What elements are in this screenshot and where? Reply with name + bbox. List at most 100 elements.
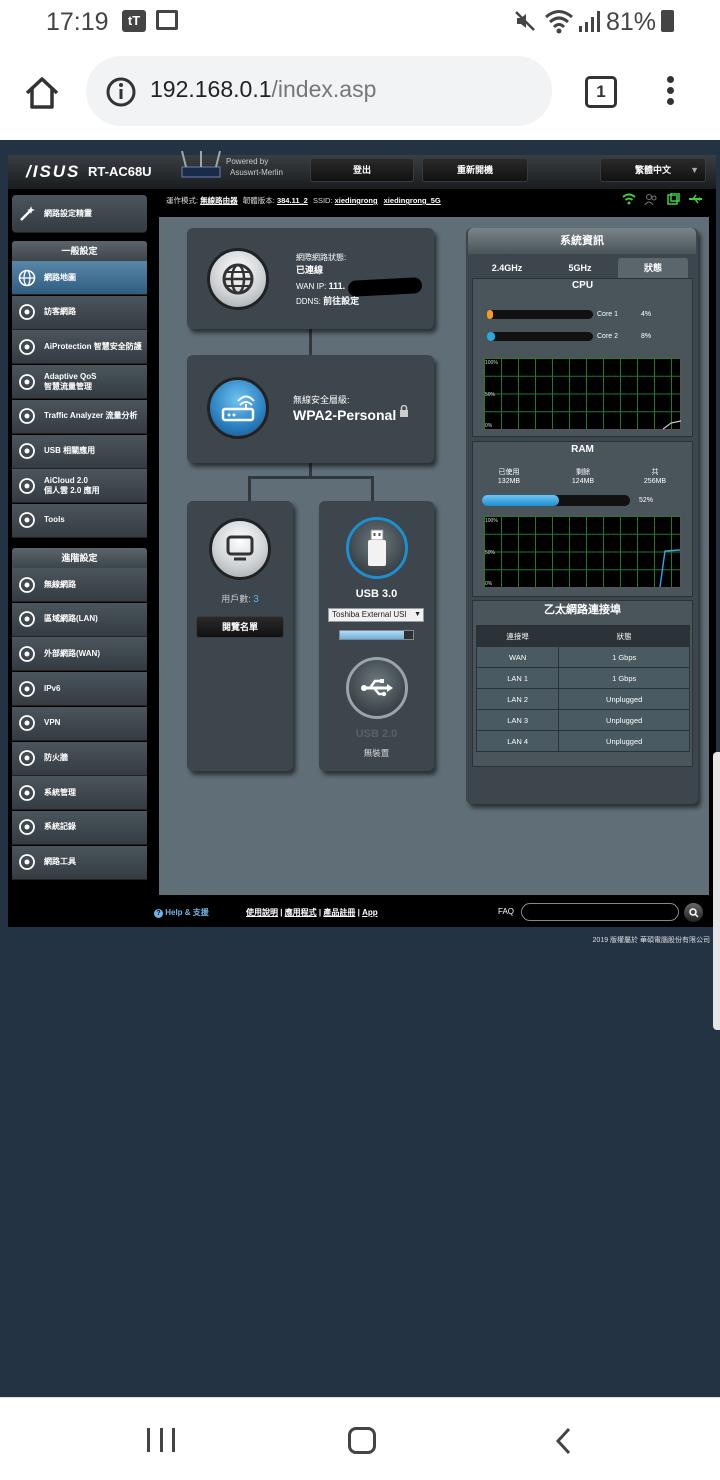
notification-tt-icon: tT xyxy=(122,10,146,32)
image-notification-icon xyxy=(156,10,178,30)
ram-total-label: 共 xyxy=(651,469,659,476)
sidebar-general-item[interactable]: 訪客網路 xyxy=(12,295,147,330)
wan-ip-label: WAN IP: xyxy=(296,282,327,291)
url-host: 192.168.0.1 xyxy=(150,76,272,102)
usb-status-icon[interactable] xyxy=(688,193,704,205)
ram-free-label: 剩餘 xyxy=(576,469,590,476)
browser-menu-icon[interactable] xyxy=(664,76,676,110)
usb3-button[interactable] xyxy=(346,517,408,579)
mute-icon xyxy=(515,11,535,31)
scrollbar[interactable] xyxy=(713,752,720,1030)
firmware-link[interactable]: 384.11_2 xyxy=(277,196,308,205)
wifi-status-icon[interactable] xyxy=(622,193,636,205)
usb2-button[interactable] xyxy=(346,657,408,719)
sidebar-general-item[interactable]: AiCloud 2.0 個人雲 2.0 應用 xyxy=(12,469,147,504)
sidebar-advanced-item[interactable]: 無線網路 xyxy=(12,568,147,602)
cpu-core-fill xyxy=(487,332,496,341)
tab-24ghz[interactable]: 2.4GHz xyxy=(472,258,542,278)
internet-globe-button[interactable] xyxy=(207,248,269,310)
sidebar-advanced-item[interactable]: 區域網路(LAN) xyxy=(12,602,147,637)
tab-status[interactable]: 狀態 xyxy=(618,258,688,278)
language-value: 繁體中文 xyxy=(634,165,671,175)
system-info-title: 系統資訊 xyxy=(468,228,696,254)
table-cell: WAN xyxy=(475,646,560,668)
table-header-row: 連接埠 狀態 xyxy=(475,625,690,647)
sidebar-advanced-item[interactable]: 系統記錄 xyxy=(12,810,147,845)
cpu-usage-graph xyxy=(483,357,681,430)
sidebar-advanced-item[interactable]: 系統管理 xyxy=(12,776,147,811)
ram-used-value: 132MB xyxy=(497,478,521,485)
cpu-core-fill xyxy=(487,310,494,319)
sidebar-advanced-item[interactable]: 網路工具 xyxy=(12,845,147,880)
sidebar-general-item[interactable]: Tools xyxy=(12,503,147,538)
view-list-button[interactable]: 閱覽名單 xyxy=(196,616,284,638)
table-row: LAN 4 Unplugged xyxy=(475,730,690,752)
back-button[interactable] xyxy=(553,1426,573,1456)
sidebar-advanced-item[interactable]: VPN xyxy=(12,706,147,741)
manual-link[interactable]: 使用說明 xyxy=(246,908,278,917)
url-text[interactable]: 192.168.0.1/index.asp xyxy=(150,76,376,103)
utility-link[interactable]: 應用程式 xyxy=(285,908,317,917)
sidebar-general-item[interactable]: Adaptive QoS 智慧流量管理 xyxy=(12,365,147,400)
sidebar-item-label: AiProtection 智慧安全防護 xyxy=(44,341,142,351)
table-cell: LAN 3 xyxy=(475,709,560,731)
sidebar-item-label: 系統記錄 xyxy=(44,822,76,832)
usb-drive-icon xyxy=(368,529,386,566)
sidebar-general-item[interactable]: Traffic Analyzer 流量分析 xyxy=(12,399,147,434)
ram-used: 已使用 132MB xyxy=(484,468,534,486)
sidebar-general-item[interactable]: AiProtection 智慧安全防護 xyxy=(12,330,147,365)
clipboard-status-icon[interactable] xyxy=(666,193,680,205)
browser-toolbar: 192.168.0.1/index.asp 1 xyxy=(0,44,720,140)
table-row: LAN 3 Unplugged xyxy=(475,709,690,731)
copyright: 2019 版權屬於 華碩電腦股份有限公司 xyxy=(592,937,710,944)
clients-button[interactable] xyxy=(209,518,271,580)
mode-label: 運作模式: xyxy=(166,196,199,205)
info-icon[interactable] xyxy=(106,77,136,107)
table-cell: LAN 2 xyxy=(475,688,560,710)
sidebar-item-label: 區域網路(LAN) xyxy=(44,614,98,624)
recent-apps-button[interactable] xyxy=(147,1428,175,1452)
sidebar-advanced-item[interactable]: IPv6 xyxy=(12,672,147,707)
ssid-5g-link[interactable]: xiedingrong_5G xyxy=(384,196,441,205)
usb3-device-select[interactable]: Toshiba External USI ▼ xyxy=(328,608,424,622)
ram-free-value: 124MB xyxy=(571,478,595,485)
users-status-icon[interactable] xyxy=(644,193,658,205)
general-settings-header: 一般設定 xyxy=(12,241,147,261)
faq-search-input[interactable] xyxy=(521,903,679,921)
help-support[interactable]: ? Help & 支援 xyxy=(154,907,209,918)
sidebar-general-item[interactable]: 網路地圖 xyxy=(12,261,147,295)
sidebar-item-label: 無線網路 xyxy=(44,579,76,589)
search-icon[interactable] xyxy=(684,903,703,922)
app-link[interactable]: App xyxy=(362,908,378,917)
registration-link[interactable]: 產品註冊 xyxy=(323,908,355,917)
ssid-label: SSID: xyxy=(312,196,333,205)
tab-switcher-button[interactable]: 1 xyxy=(585,76,617,108)
sidebar-general-item[interactable]: USB 相關應用 xyxy=(12,434,147,469)
sidebar-item-label: Traffic Analyzer 流量分析 xyxy=(44,411,138,421)
speedometer-icon xyxy=(16,371,38,393)
sidebar-advanced-item[interactable]: 外部網路(WAN) xyxy=(12,637,147,672)
wan-ip-value: 111. xyxy=(328,281,346,291)
logout-button[interactable]: 登出 xyxy=(310,158,414,182)
firmware-brand: Asuswrt-Merlin xyxy=(230,168,283,177)
ssid-2g-link[interactable]: xiedingrong xyxy=(335,196,378,205)
router-button[interactable] xyxy=(207,377,269,439)
table-row: LAN 2 Unplugged xyxy=(475,688,690,710)
reboot-button[interactable]: 重新開機 xyxy=(422,158,528,182)
clock: 17:19 xyxy=(46,8,109,36)
mode-link[interactable]: 無線路由器 xyxy=(200,196,238,205)
address-bar[interactable]: 192.168.0.1/index.asp xyxy=(86,56,552,126)
ddns-link[interactable]: 前往設定 xyxy=(323,296,359,306)
home-button[interactable] xyxy=(348,1427,376,1454)
language-select[interactable]: 繁體中文 ▼ xyxy=(600,158,706,182)
usb3-usage-fill xyxy=(340,631,405,639)
sidebar-item-label: Adaptive QoS 智慧流量管理 xyxy=(44,371,97,391)
home-icon[interactable] xyxy=(24,76,60,110)
tab-5ghz[interactable]: 5GHz xyxy=(544,258,616,278)
quick-setup-wizard-button[interactable]: 網路設定精靈 xyxy=(12,195,147,233)
tab-count: 1 xyxy=(596,82,606,101)
sidebar-advanced-item[interactable]: 防火牆 xyxy=(12,741,147,776)
column-header: 狀態 xyxy=(558,625,690,647)
ram-usage-line xyxy=(659,549,680,587)
firmware-label: 韌體版本: xyxy=(242,196,275,205)
